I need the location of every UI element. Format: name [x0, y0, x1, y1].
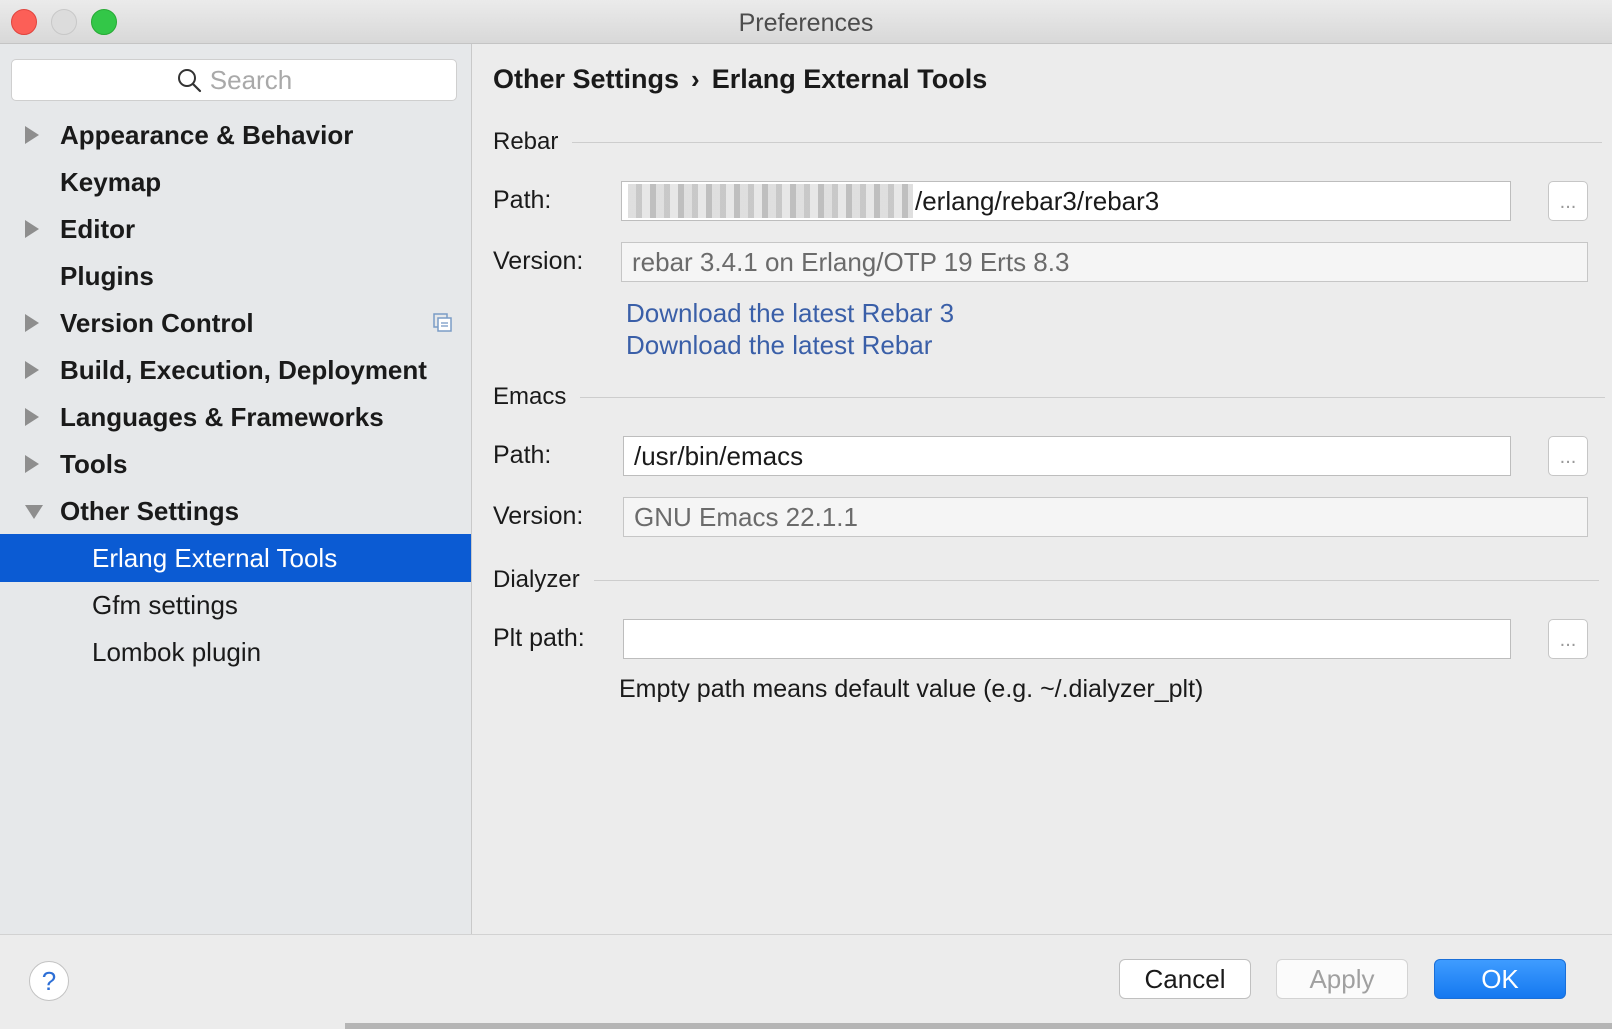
sidebar-item-label: Plugins	[60, 260, 154, 291]
sidebar-item-tools[interactable]: Tools	[0, 440, 471, 488]
download-rebar3-link[interactable]: Download the latest Rebar 3	[626, 298, 954, 329]
section-title: Emacs	[493, 383, 567, 410]
rebar-path-label: Path:	[493, 186, 552, 214]
section-divider	[593, 579, 1599, 581]
section-dialyzer: Dialyzer	[493, 566, 1599, 594]
sidebar-item-label: Lombok plugin	[92, 636, 262, 667]
sidebar-item-label: Keymap	[60, 166, 162, 197]
emacs-path-label: Path:	[493, 441, 552, 469]
search-input[interactable]: Search	[11, 59, 457, 101]
emacs-version-label: Version:	[493, 502, 584, 530]
cancel-button[interactable]: Cancel	[1119, 959, 1251, 999]
settings-content: Other Settings › Erlang External Tools R…	[473, 44, 1612, 934]
section-rebar: Rebar	[493, 128, 1603, 156]
plt-path-label: Plt path:	[493, 624, 585, 652]
sidebar-item-build-execution-deployment[interactable]: Build, Execution, Deployment	[0, 346, 471, 394]
emacs-browse-button[interactable]: ...	[1548, 436, 1588, 476]
plt-path-hint: Empty path means default value (e.g. ~/.…	[619, 675, 1204, 703]
section-divider	[580, 396, 1606, 398]
sidebar-item-editor[interactable]: Editor	[0, 205, 471, 253]
sidebar-item-label: Appearance & Behavior	[60, 119, 354, 150]
expand-arrow-icon[interactable]	[25, 455, 39, 473]
search-placeholder: Search	[209, 64, 293, 95]
sidebar-item-keymap[interactable]: Keymap	[0, 158, 471, 206]
redacted-path-segment	[628, 184, 913, 218]
project-settings-icon	[433, 313, 452, 332]
breadcrumb-current: Erlang External Tools	[711, 64, 988, 94]
expand-arrow-icon[interactable]	[25, 408, 39, 426]
expand-arrow-icon[interactable]	[25, 126, 39, 144]
sidebar-item-gfm-settings[interactable]: Gfm settings	[0, 581, 471, 629]
section-divider	[572, 141, 1603, 143]
window-bottom-edge	[345, 1023, 1612, 1029]
help-button[interactable]: ?	[29, 961, 69, 1001]
expand-arrow-icon[interactable]	[25, 220, 39, 238]
sidebar-item-label: Tools	[60, 448, 128, 479]
sidebar-item-appearance-behavior[interactable]: Appearance & Behavior	[0, 111, 471, 159]
section-title: Dialyzer	[493, 566, 580, 593]
download-rebar-link[interactable]: Download the latest Rebar	[626, 330, 932, 361]
emacs-path-field[interactable]: /usr/bin/emacs	[623, 436, 1511, 476]
collapse-arrow-icon[interactable]	[25, 505, 43, 519]
sidebar-item-label: Editor	[60, 213, 136, 244]
section-emacs: Emacs	[493, 383, 1606, 411]
expand-arrow-icon[interactable]	[25, 361, 39, 379]
emacs-version-value: GNU Emacs 22.1.1	[634, 501, 858, 532]
sidebar-item-plugins[interactable]: Plugins	[0, 252, 471, 300]
sidebar-item-label: Erlang External Tools	[92, 542, 338, 573]
sidebar-item-languages-frameworks[interactable]: Languages & Frameworks	[0, 393, 471, 441]
search-icon	[177, 69, 201, 93]
window-title: Preferences	[738, 9, 874, 37]
rebar-version-label: Version:	[493, 247, 584, 275]
rebar-version-field: rebar 3.4.1 on Erlang/OTP 19 Erts 8.3	[621, 242, 1588, 282]
rebar-path-value: /erlang/rebar3/rebar3	[915, 185, 1160, 216]
ok-button[interactable]: OK	[1434, 959, 1566, 999]
title-bar: Preferences	[0, 0, 1612, 44]
preferences-window: Preferences Search Appearance & Behavior…	[0, 0, 1612, 1029]
sidebar-item-label: Build, Execution, Deployment	[60, 354, 427, 385]
sidebar-item-other-settings[interactable]: Other Settings	[0, 487, 471, 535]
breadcrumb-parent: Other Settings	[493, 64, 680, 94]
rebar-browse-button[interactable]: ...	[1548, 181, 1588, 221]
rebar-path-field[interactable]: /erlang/rebar3/rebar3	[621, 181, 1511, 221]
emacs-version-field: GNU Emacs 22.1.1	[623, 497, 1588, 537]
sidebar-item-label: Other Settings	[60, 495, 240, 526]
sidebar-item-lombok-plugin[interactable]: Lombok plugin	[0, 628, 471, 676]
plt-browse-button[interactable]: ...	[1548, 619, 1588, 659]
sidebar-item-version-control[interactable]: Version Control	[0, 299, 471, 347]
emacs-path-value: /usr/bin/emacs	[634, 440, 804, 471]
sidebar-item-erlang-external-tools[interactable]: Erlang External Tools	[0, 534, 471, 582]
section-title: Rebar	[493, 128, 559, 155]
breadcrumb: Other Settings › Erlang External Tools	[493, 64, 987, 95]
sidebar-item-label: Gfm settings	[92, 589, 238, 620]
rebar-version-value: rebar 3.4.1 on Erlang/OTP 19 Erts 8.3	[632, 246, 1070, 277]
dialog-button-bar: ? Cancel Apply OK	[0, 934, 1612, 1029]
settings-sidebar: Search Appearance & Behavior Keymap Edit…	[0, 44, 472, 934]
expand-arrow-icon[interactable]	[25, 314, 39, 332]
plt-path-field[interactable]	[623, 619, 1511, 659]
sidebar-item-label: Version Control	[60, 307, 254, 338]
sidebar-item-label: Languages & Frameworks	[60, 401, 384, 432]
chevron-right-icon: ›	[691, 64, 700, 94]
apply-button[interactable]: Apply	[1276, 959, 1408, 999]
